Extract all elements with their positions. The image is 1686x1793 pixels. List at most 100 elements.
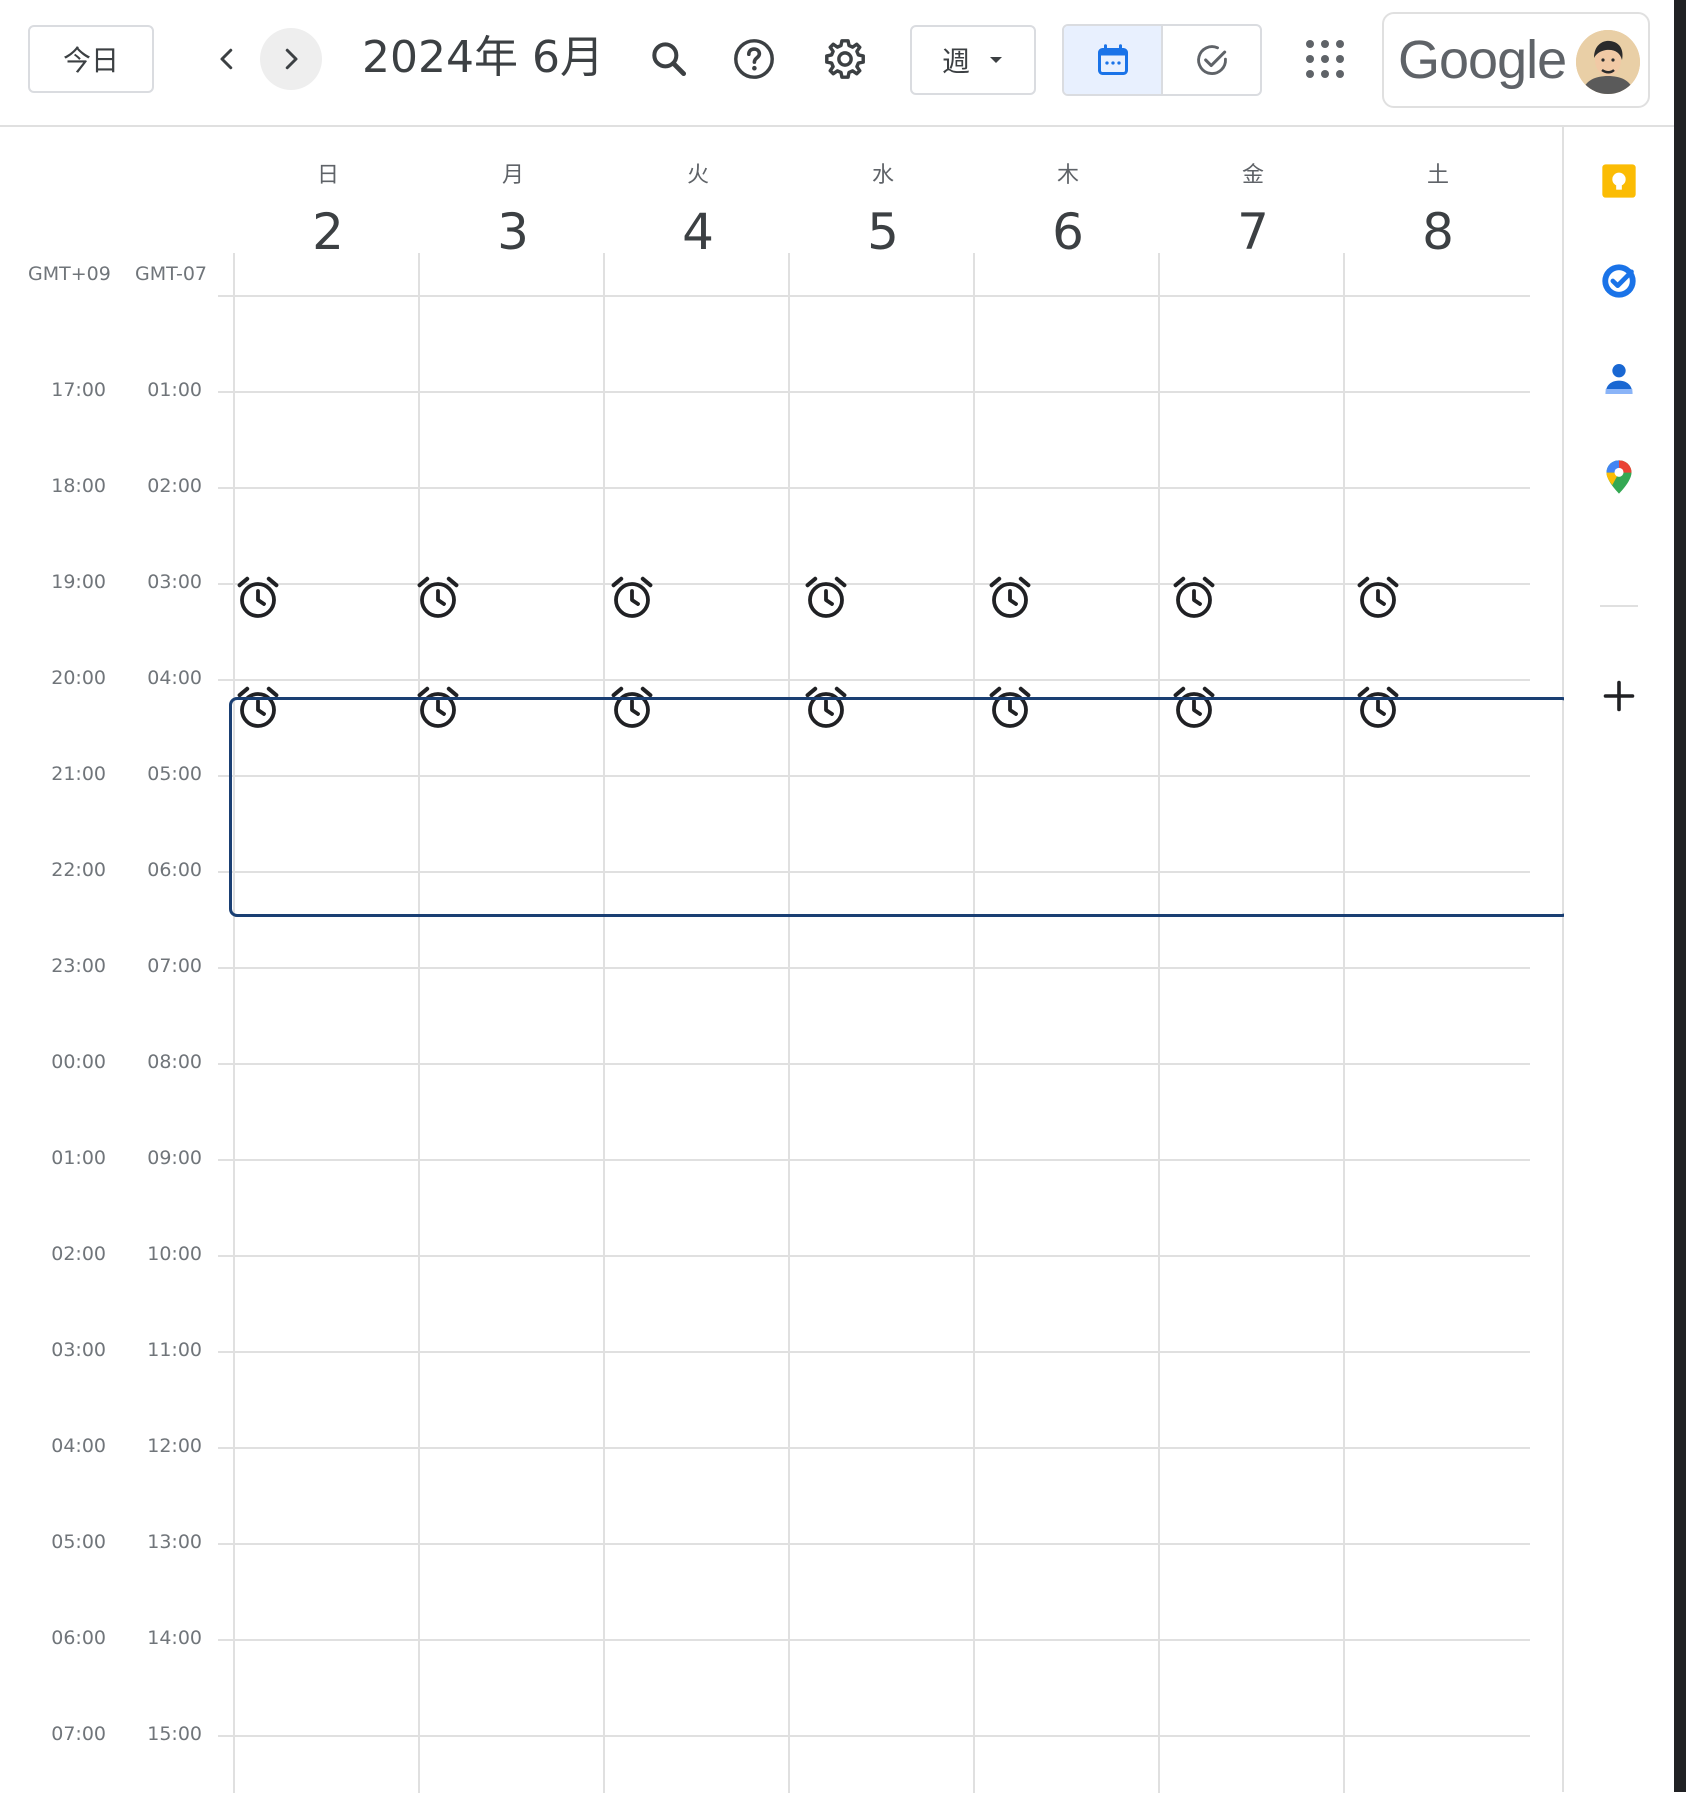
hour-gridline: [218, 1735, 1530, 1737]
day-column-header[interactable]: 金7: [1193, 157, 1313, 261]
tasks-view-button[interactable]: [1163, 26, 1260, 94]
alarm-clock-icon[interactable]: [234, 574, 282, 622]
day-column-header[interactable]: 火4: [638, 157, 758, 261]
secondary-time-label: 02:00: [147, 475, 202, 497]
add-addon-button[interactable]: [1595, 672, 1643, 720]
apps-grid-icon[interactable]: [1300, 34, 1350, 84]
hour-gridline: [218, 1063, 1530, 1065]
hour-gridline: [218, 1639, 1530, 1641]
hour-gridline: [218, 1255, 1530, 1257]
check-circle-icon: [1196, 45, 1227, 75]
day-column-header[interactable]: 月3: [453, 157, 573, 261]
view-selector[interactable]: 週: [910, 25, 1036, 95]
primary-time-label: 04:00: [51, 1435, 106, 1457]
secondary-time-label: 05:00: [147, 763, 202, 785]
day-column-header[interactable]: 日2: [268, 157, 388, 261]
primary-time-label: 02:00: [51, 1243, 106, 1265]
alarm-clock-icon[interactable]: [1170, 574, 1218, 622]
maps-icon: [1606, 460, 1632, 494]
primary-time-label: 01:00: [51, 1147, 106, 1169]
day-number[interactable]: 5: [823, 203, 943, 261]
avatar[interactable]: [1576, 30, 1640, 94]
hour-gridline: [218, 295, 1530, 297]
day-of-week-label: 金: [1241, 163, 1264, 188]
day-number[interactable]: 7: [1193, 203, 1313, 261]
search-button[interactable]: [640, 30, 698, 88]
primary-time-label: 05:00: [51, 1531, 106, 1553]
user-avatar-icon: [1576, 30, 1640, 94]
day-number[interactable]: 3: [453, 203, 573, 261]
primary-time-label: 06:00: [51, 1627, 106, 1649]
chevron-right-icon: [285, 48, 298, 70]
account-switcher[interactable]: Google: [1382, 12, 1650, 108]
contacts-button[interactable]: [1595, 355, 1643, 403]
current-month-title: 2024年 6月: [362, 32, 604, 83]
secondary-time-label: 04:00: [147, 667, 202, 689]
settings-button[interactable]: [816, 30, 874, 88]
add-icon: [1603, 680, 1635, 712]
secondary-time-label: 03:00: [147, 571, 202, 593]
hour-gridline: [218, 1447, 1530, 1449]
next-week-button[interactable]: [260, 28, 322, 90]
alarm-clock-icon[interactable]: [1354, 574, 1402, 622]
secondary-time-label: 06:00: [147, 859, 202, 881]
day-of-week-label: 土: [1426, 163, 1449, 188]
secondary-time-label: 01:00: [147, 379, 202, 401]
previous-week-button[interactable]: [196, 28, 258, 90]
hour-gridline: [218, 679, 1530, 681]
secondary-time-label: 07:00: [147, 955, 202, 977]
tasks-icon: [1602, 264, 1636, 298]
day-column-header[interactable]: 木6: [1008, 157, 1128, 261]
secondary-time-label: 08:00: [147, 1051, 202, 1073]
side-divider: [1600, 605, 1638, 607]
week-grid: 日2月3火4水5木6金7土8 GMT+09 GMT-07 17:00 01:00 1…: [0, 127, 1570, 1793]
side-panel: [1564, 127, 1674, 1792]
day-number[interactable]: 6: [1008, 203, 1128, 261]
hour-gridline: [218, 967, 1530, 969]
day-column-divider: [603, 253, 605, 1793]
help-button[interactable]: [725, 30, 783, 88]
keep-icon: [1602, 164, 1636, 198]
day-column-header[interactable]: 水5: [823, 157, 943, 261]
today-button[interactable]: 今日: [28, 25, 154, 93]
keep-button[interactable]: [1595, 157, 1643, 205]
alarm-clock-icon[interactable]: [414, 574, 462, 622]
primary-time-label: 00:00: [51, 1051, 106, 1073]
secondary-time-label: 13:00: [147, 1531, 202, 1553]
day-of-week-label: 水: [871, 163, 894, 188]
contacts-icon: [1605, 364, 1633, 394]
day-number[interactable]: 8: [1378, 203, 1498, 261]
alarm-clock-icon[interactable]: [802, 574, 850, 622]
alarm-clock-icon[interactable]: [986, 574, 1034, 622]
google-logo: Google: [1398, 30, 1567, 90]
help-icon: [734, 39, 774, 79]
day-of-week-label: 日: [316, 163, 339, 188]
tasks-button[interactable]: [1595, 257, 1643, 305]
alarm-clock-icon[interactable]: [608, 574, 656, 622]
day-column-divider: [788, 253, 790, 1793]
day-of-week-label: 月: [501, 163, 524, 188]
day-column-divider: [1158, 253, 1160, 1793]
gear-icon: [825, 39, 865, 79]
day-column-divider: [233, 253, 235, 1793]
hour-gridline: [218, 1159, 1530, 1161]
hour-gridline: [218, 487, 1530, 489]
selection-highlight: [229, 697, 1570, 917]
calendar-icon: [1097, 44, 1128, 75]
day-column-divider: [418, 253, 420, 1793]
secondary-timezone-label: GMT-07: [135, 263, 208, 285]
view-selector-label: 週: [941, 45, 970, 78]
day-column-divider: [1343, 253, 1345, 1793]
day-number[interactable]: 2: [268, 203, 388, 261]
day-number[interactable]: 4: [638, 203, 758, 261]
secondary-time-label: 14:00: [147, 1627, 202, 1649]
primary-time-label: 07:00: [51, 1723, 106, 1745]
calendar-view-button[interactable]: [1064, 26, 1163, 94]
day-column-header[interactable]: 土8: [1378, 157, 1498, 261]
maps-button[interactable]: [1595, 453, 1643, 501]
primary-time-label: 21:00: [51, 763, 106, 785]
primary-time-label: 19:00: [51, 571, 106, 593]
secondary-time-label: 15:00: [147, 1723, 202, 1745]
primary-time-label: 23:00: [51, 955, 106, 977]
primary-time-label: 18:00: [51, 475, 106, 497]
